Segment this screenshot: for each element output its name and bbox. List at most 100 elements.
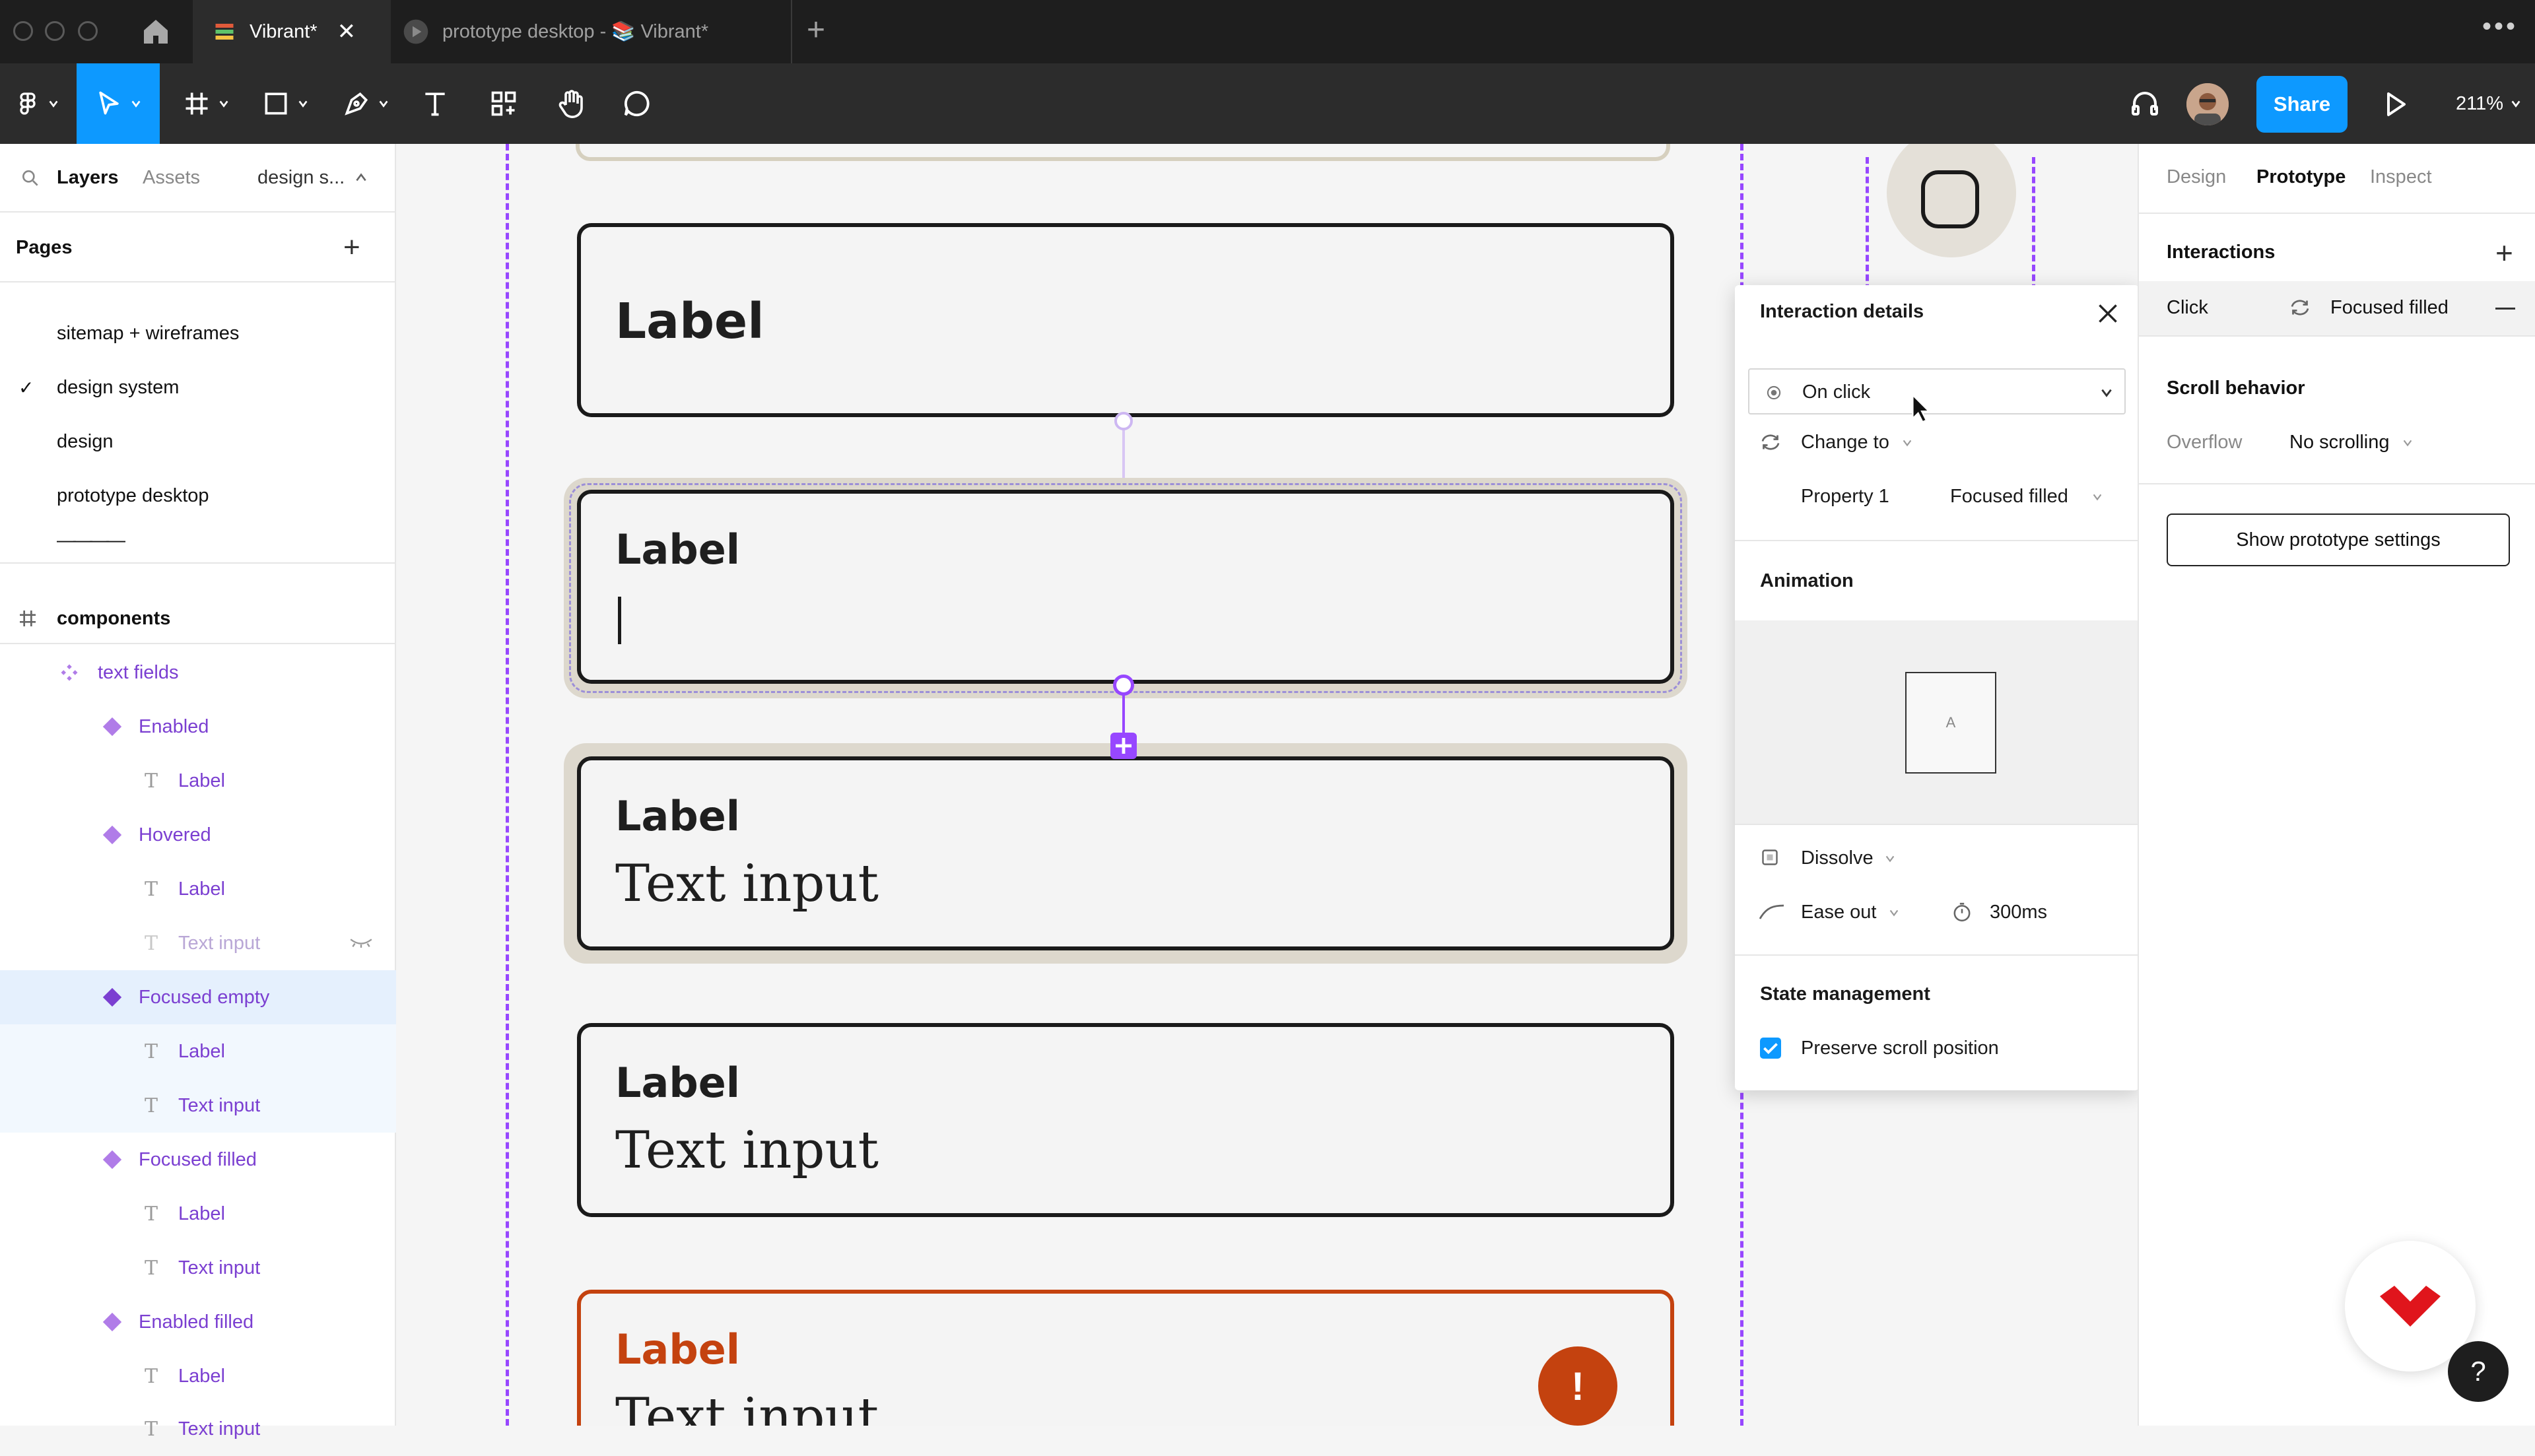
window-zoom-dot[interactable] (78, 21, 98, 41)
tab-prototype-desktop[interactable]: prototype desktop - 📚 Vibrant* (403, 0, 792, 63)
preserve-scroll-checkbox[interactable] (1760, 1038, 1781, 1059)
text-layer-icon: T (144, 877, 158, 901)
tab-assets[interactable]: Assets (143, 167, 200, 189)
interaction-row[interactable]: Click Focused filled (2139, 281, 2535, 335)
resources-tool-button[interactable] (481, 63, 527, 144)
chevron-down-icon[interactable] (1884, 853, 1896, 865)
easing-dropdown[interactable]: Ease out (1801, 902, 1876, 923)
dissolve-icon (1760, 847, 1780, 867)
move-tool-button[interactable] (77, 63, 160, 144)
rectangle-icon (261, 89, 290, 118)
layer-variant[interactable]: Focused filled (0, 1133, 396, 1187)
layer-variant-selected[interactable]: Focused empty (0, 970, 396, 1024)
divider (2139, 213, 2535, 214)
overflow-dropdown[interactable]: No scrolling (2289, 432, 2390, 453)
share-button[interactable]: Share (2256, 76, 2348, 133)
avatar[interactable] (2186, 83, 2229, 125)
main-menu-button[interactable] (11, 63, 63, 144)
tab-vibrant-label: Vibrant* (250, 20, 318, 42)
interactions-heading: Interactions (2167, 242, 2276, 263)
audio-button[interactable] (2122, 63, 2168, 144)
animation-type-dropdown[interactable]: Dissolve (1801, 847, 1874, 869)
layer-text[interactable]: T Label (0, 1187, 396, 1241)
text-cursor (618, 597, 621, 644)
layer-text[interactable]: T Text input (0, 1078, 396, 1133)
hand-tool-button[interactable] (548, 63, 594, 144)
text-field-error[interactable]: Label Text input ! (577, 1290, 1674, 1426)
chevron-down-icon[interactable] (1901, 437, 1913, 449)
text-field-focused-empty[interactable]: Label (577, 490, 1674, 684)
tab-prototype[interactable]: Prototype (2256, 166, 2346, 188)
tab-layers[interactable]: Layers (57, 167, 119, 189)
eye-closed-icon[interactable] (349, 935, 374, 950)
popup-title: Interaction details (1760, 301, 1924, 322)
layer-text[interactable]: T Text input (0, 1241, 396, 1295)
show-prototype-settings-button[interactable]: Show prototype settings (2167, 513, 2510, 566)
home-icon[interactable] (140, 16, 172, 48)
tab-inspect[interactable]: Inspect (2370, 166, 2432, 188)
comment-tool-button[interactable] (614, 63, 660, 144)
more-menu-icon[interactable]: ••• (2482, 12, 2518, 42)
layer-variant[interactable]: Enabled filled (0, 1295, 396, 1349)
component-set-icon (59, 663, 79, 682)
icon-button-preview[interactable] (1887, 144, 2016, 257)
frame-tool-button[interactable] (173, 63, 239, 144)
page-item[interactable]: sitemap + wireframes (0, 306, 396, 360)
zoom-dropdown[interactable]: 211% (2456, 63, 2522, 144)
trigger-dropdown[interactable]: On click (1748, 368, 2126, 414)
connector-node[interactable] (1113, 675, 1134, 696)
close-icon[interactable] (2094, 300, 2122, 327)
page-item[interactable]: design (0, 414, 396, 469)
pen-tool-button[interactable] (333, 63, 399, 144)
layer-frame[interactable]: components (0, 591, 396, 645)
frame-hash-icon (17, 608, 38, 629)
duration-input[interactable]: 300ms (1990, 902, 2047, 923)
variant-diamond-icon (102, 717, 122, 737)
present-play-icon[interactable] (2379, 88, 2411, 120)
chevron-down-icon[interactable] (2402, 437, 2414, 449)
preserve-scroll-label[interactable]: Preserve scroll position (1801, 1038, 1999, 1059)
new-tab-icon[interactable]: + (807, 12, 825, 48)
page-item[interactable]: ———— (0, 513, 396, 568)
page-item-current[interactable]: ✓ design system (0, 360, 396, 414)
layer-variant[interactable]: Enabled (0, 700, 396, 754)
state-management-heading: State management (1760, 983, 1930, 1005)
chevron-down-icon[interactable] (1888, 907, 1900, 919)
chevron-down-icon[interactable] (2091, 491, 2103, 503)
interaction-target: Focused filled (2330, 297, 2449, 318)
remove-interaction-icon[interactable] (2495, 308, 2515, 310)
add-page-icon[interactable]: + (343, 231, 360, 264)
text-tool-button[interactable] (412, 63, 458, 144)
text-field-enabled-filled[interactable]: Label Text input (577, 1023, 1674, 1217)
layer-variant[interactable]: Hovered (0, 808, 396, 862)
layer-text[interactable]: T Label (0, 1349, 396, 1403)
text-field-enabled[interactable]: Label (577, 223, 1674, 417)
chevron-up-icon[interactable] (354, 170, 368, 185)
tab-design[interactable]: Design (2167, 166, 2226, 188)
checkmark-icon: ✓ (18, 377, 34, 398)
zoom-level: 211% (2456, 92, 2504, 114)
action-dropdown[interactable]: Change to (1801, 432, 1889, 453)
tab-vibrant[interactable]: Vibrant* ✕ (193, 0, 391, 63)
tab-close-icon[interactable]: ✕ (337, 18, 356, 45)
layer-text[interactable]: T Label (0, 862, 396, 916)
page-label: prototype desktop (57, 484, 209, 506)
text-field-label: Label (615, 792, 741, 840)
layer-component-set[interactable]: text fields (0, 645, 396, 700)
shape-tool-button[interactable] (252, 63, 318, 144)
layer-text-hidden[interactable]: T Text input (0, 916, 396, 970)
window-close-dot[interactable] (13, 21, 33, 41)
layer-text[interactable]: T Text input (0, 1402, 396, 1456)
window-minimize-dot[interactable] (45, 21, 65, 41)
help-button[interactable]: ? (2448, 1341, 2509, 1402)
layer-text[interactable]: T Label (0, 1024, 396, 1078)
add-interaction-plus-icon[interactable] (1110, 733, 1137, 759)
page-selector[interactable]: design s... (257, 167, 345, 189)
connector-node[interactable] (1114, 412, 1133, 430)
search-layers-icon[interactable] (20, 168, 41, 189)
change-to-icon (1759, 432, 1782, 453)
property-value-dropdown[interactable]: Focused filled (1950, 486, 2068, 508)
layer-text[interactable]: T Label (0, 754, 396, 808)
add-interaction-icon[interactable]: + (2495, 235, 2513, 271)
text-field-focused-filled[interactable]: Label Text input (577, 756, 1674, 950)
